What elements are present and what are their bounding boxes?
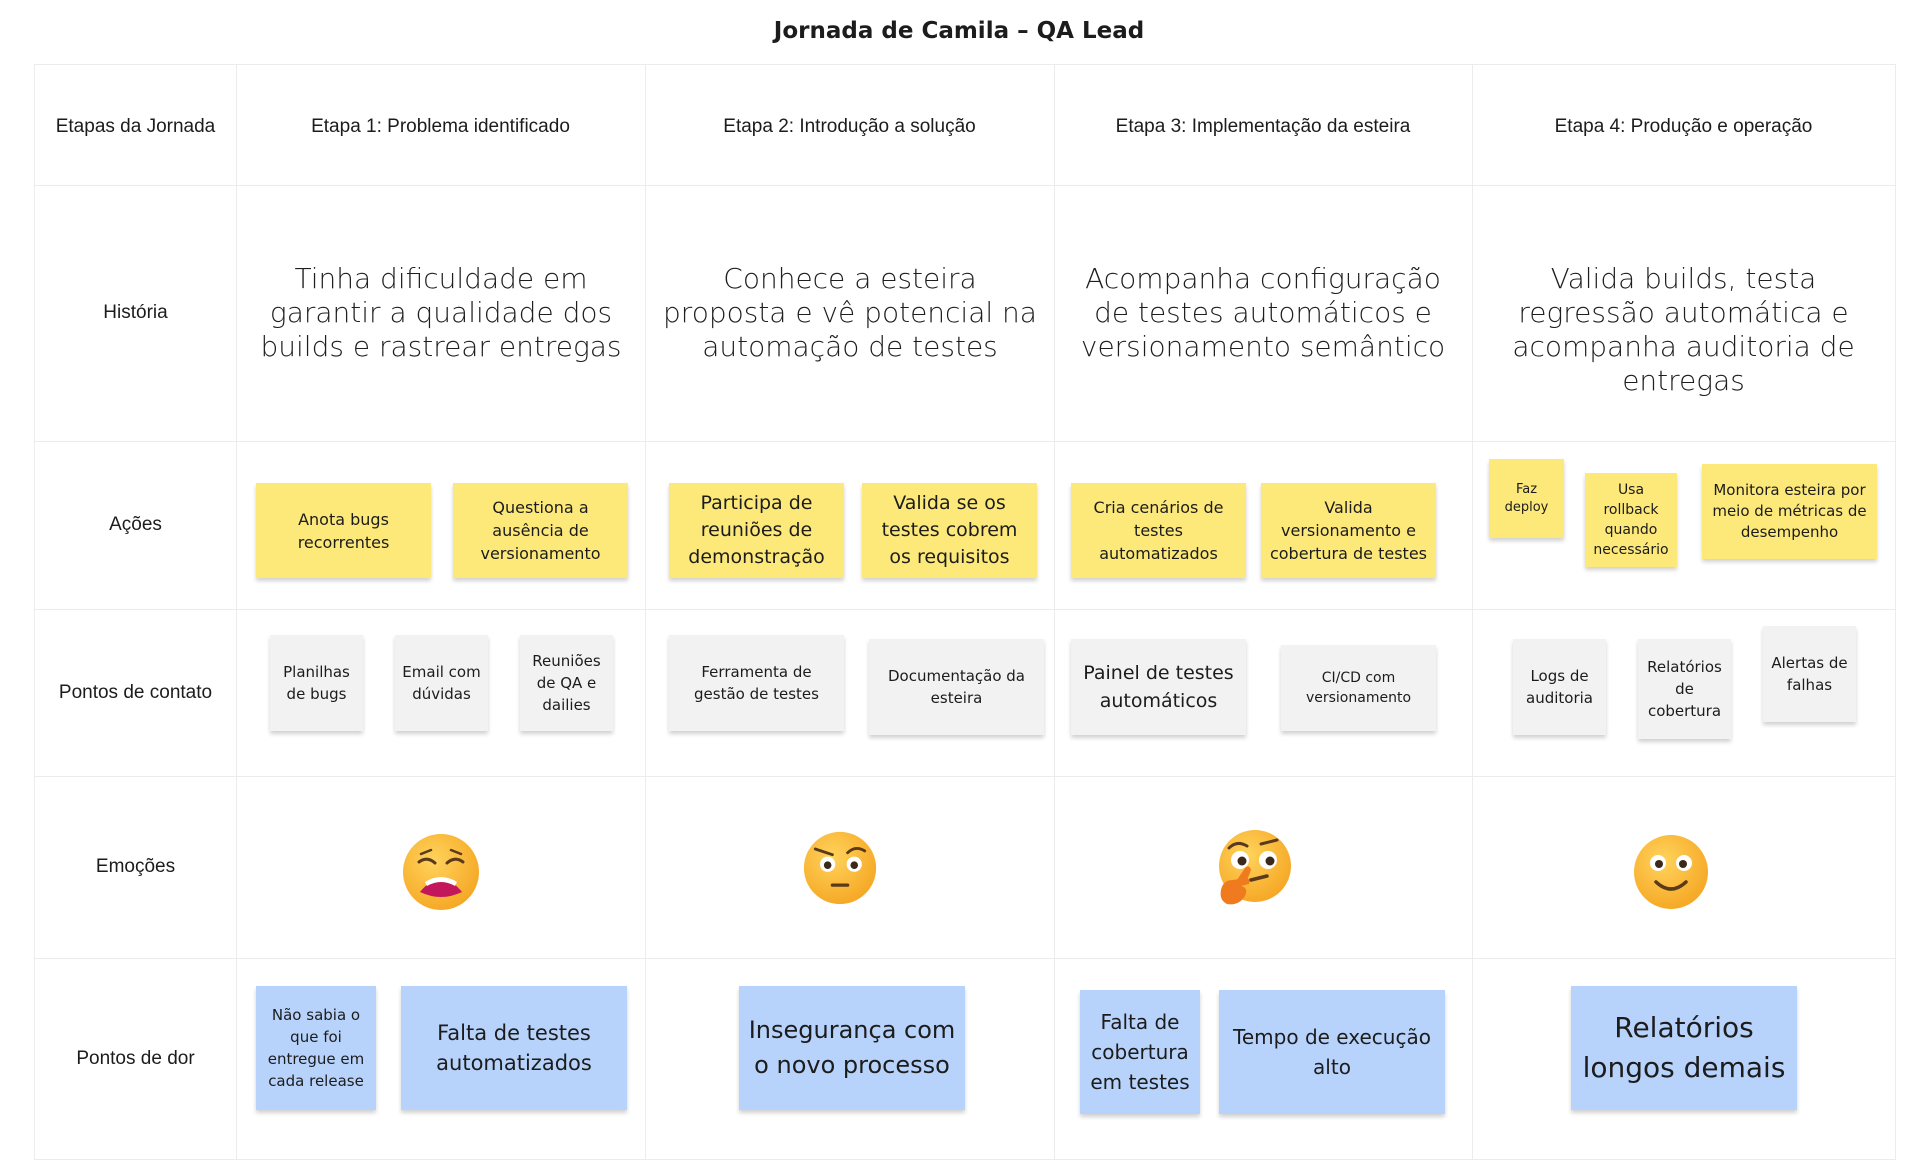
story-stage-1: Tinha dificuldade em garantir a qualidad… <box>260 262 622 363</box>
row-label-pontos-contato: Pontos de contato <box>58 682 213 703</box>
row-label-acoes: Ações <box>109 514 162 535</box>
pain-point-sticky[interactable]: Insegurança com o novo processo <box>739 986 965 1110</box>
pain-point-sticky[interactable]: Não sabia o que foi entregue em cada rel… <box>256 986 376 1110</box>
touchpoint-sticky[interactable]: CI/CD com versionamento <box>1281 645 1436 731</box>
stage-header-3: Etapa 3: Implementação da esteira <box>1115 116 1411 137</box>
row-label-emocoes: Emoções <box>95 856 176 877</box>
journey-board: Etapas da Jornada História Ações Pontos … <box>34 64 1896 1160</box>
stage-header-2: Etapa 2: Introdução a solução <box>723 116 976 137</box>
weary-face-emoji <box>403 834 479 910</box>
story-stage-4: Valida builds, testa regressão automátic… <box>1512 262 1855 397</box>
thinking-face-emoji <box>1219 830 1291 905</box>
stage-header-4: Etapa 4: Produção e operação <box>1554 116 1813 137</box>
pain-point-sticky[interactable]: Falta de testes automatizados <box>401 986 627 1110</box>
action-sticky[interactable]: Valida se os testes cobrem os requisitos <box>862 483 1037 578</box>
stage-header-1: Etapa 1: Problema identificado <box>311 116 570 137</box>
row-label-historia: História <box>103 302 168 323</box>
smiling-face-emoji <box>1634 835 1708 909</box>
action-sticky[interactable]: Anota bugs recorrentes <box>256 483 431 578</box>
row-divider <box>35 609 1895 610</box>
row-divider <box>35 958 1895 959</box>
story-stage-2: Conhece a esteira proposta e vê potencia… <box>663 262 1037 363</box>
column-divider <box>1054 65 1055 1159</box>
action-sticky[interactable]: Usa rollback quando necessário <box>1585 473 1677 567</box>
action-sticky[interactable]: Participa de reuniões de demonstração <box>669 483 844 578</box>
column-divider <box>1472 65 1473 1159</box>
touchpoint-sticky[interactable]: Reuniões de QA e dailies <box>520 635 613 731</box>
touchpoint-sticky[interactable]: Email com dúvidas <box>395 635 488 731</box>
action-sticky[interactable]: Cria cenários de testes automatizados <box>1071 483 1246 578</box>
touchpoint-sticky[interactable]: Logs de auditoria <box>1513 639 1606 735</box>
board-title: Jornada de Camila – QA Lead <box>773 18 1145 44</box>
row-divider <box>35 185 1895 186</box>
row-divider <box>35 776 1895 777</box>
story-stage-3: Acompanha configuração de testes automát… <box>1080 262 1446 363</box>
pain-point-sticky[interactable]: Relatórios longos demais <box>1571 986 1797 1110</box>
touchpoint-sticky[interactable]: Painel de testes automáticos <box>1071 639 1246 735</box>
touchpoint-sticky[interactable]: Relatórios de cobertura <box>1638 639 1731 739</box>
pain-point-sticky[interactable]: Tempo de execução alto <box>1219 990 1445 1114</box>
touchpoint-sticky[interactable]: Planilhas de bugs <box>270 635 363 731</box>
raised-eyebrow-face-emoji <box>803 831 877 905</box>
column-divider <box>236 65 237 1159</box>
row-label-pontos-dor: Pontos de dor <box>76 1048 195 1069</box>
action-sticky[interactable]: Faz deploy <box>1489 459 1564 538</box>
action-sticky[interactable]: Monitora esteira por meio de métricas de… <box>1702 464 1877 559</box>
action-sticky[interactable]: Valida versionamento e cobertura de test… <box>1261 483 1436 578</box>
action-sticky[interactable]: Questiona a ausência de versionamento <box>453 483 628 578</box>
pain-point-sticky[interactable]: Falta de cobertura em testes <box>1080 990 1200 1114</box>
touchpoint-sticky[interactable]: Documentação da esteira <box>869 639 1044 735</box>
column-divider <box>645 65 646 1159</box>
row-divider <box>35 441 1895 442</box>
touchpoint-sticky[interactable]: Ferramenta de gestão de testes <box>669 635 844 731</box>
row-label-etapas: Etapas da Jornada <box>55 116 216 137</box>
touchpoint-sticky[interactable]: Alertas de falhas <box>1763 626 1856 722</box>
